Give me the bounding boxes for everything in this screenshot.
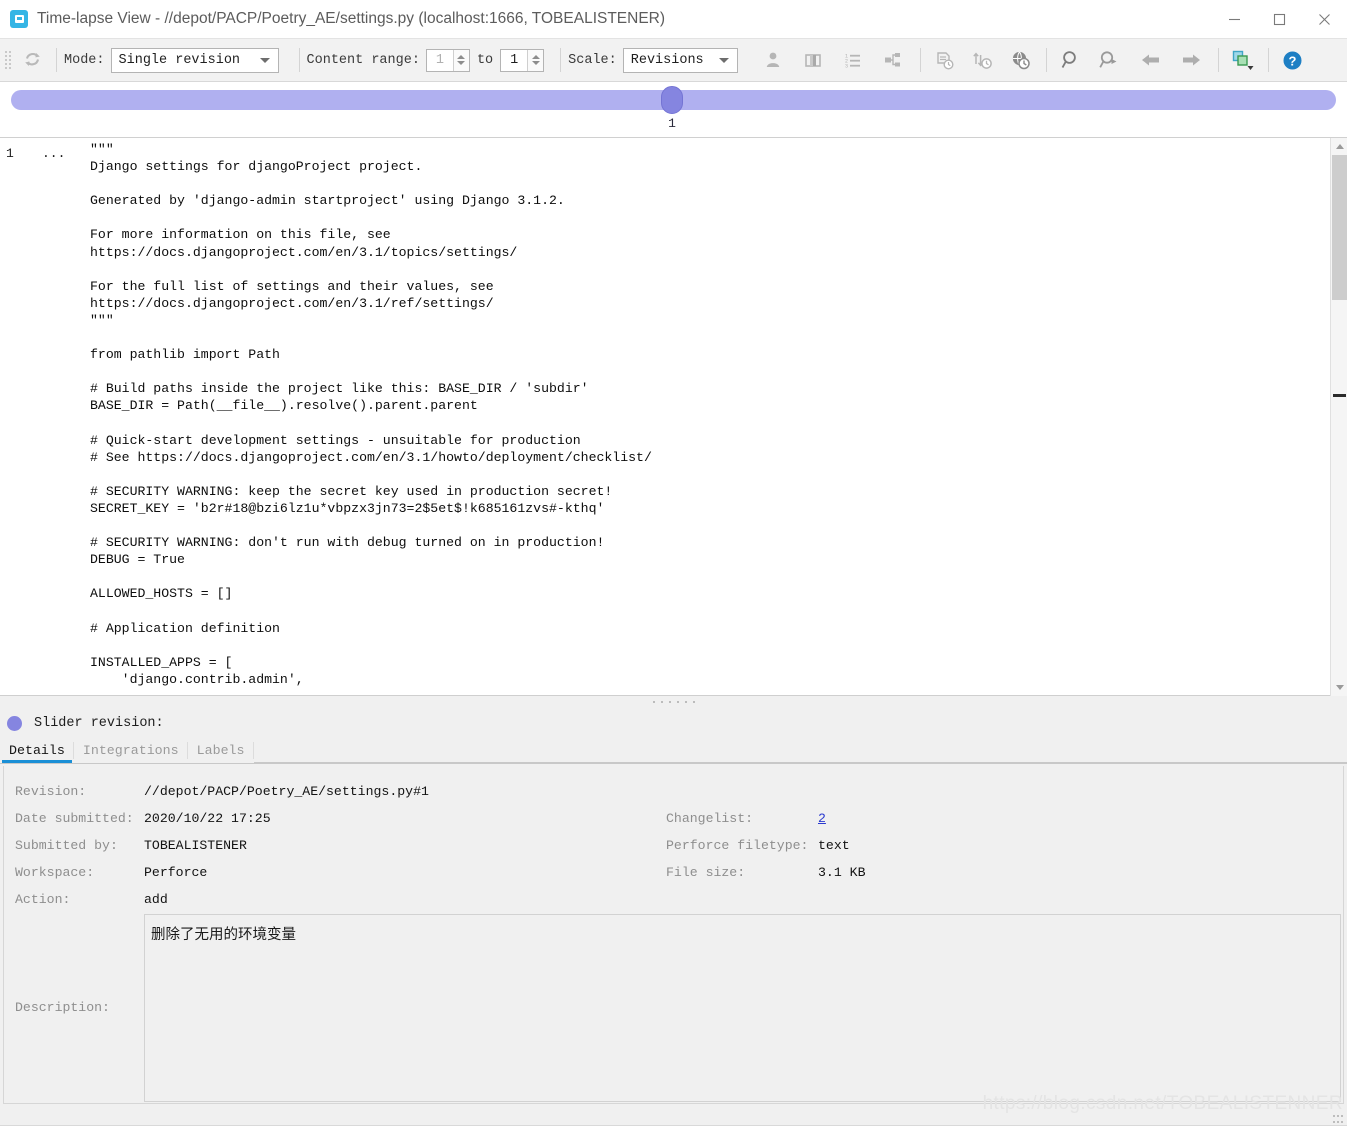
slider-revision-label: Slider revision: bbox=[34, 715, 164, 731]
changelist-field-label: Changelist: bbox=[666, 811, 754, 826]
globe-history-icon[interactable] bbox=[1004, 43, 1038, 77]
code-vertical-scrollbar[interactable] bbox=[1330, 138, 1347, 696]
columns-icon[interactable] bbox=[796, 43, 830, 77]
content-range-from-value: 1 bbox=[435, 52, 444, 68]
mode-select-value: Single revision bbox=[118, 52, 241, 68]
file-size-field-value: 3.1 KB bbox=[818, 865, 866, 880]
window-controls bbox=[1212, 0, 1347, 39]
minimize-button[interactable] bbox=[1212, 0, 1257, 39]
watermark-text: https://blog.csdn.net/TOBEALISTENNER bbox=[982, 1093, 1343, 1114]
revision-dot-icon bbox=[7, 715, 22, 731]
details-panel: Revision: //depot/PACP/Poetry_AE/setting… bbox=[0, 763, 1347, 1126]
details-tabs: Details Integrations Labels bbox=[0, 738, 1347, 763]
content-range-from-stepper[interactable]: 1 bbox=[425, 48, 470, 72]
changelist-field-value[interactable]: 2 bbox=[818, 811, 826, 826]
code-content: """ Django settings for djangoProject pr… bbox=[90, 142, 652, 687]
window-title: Time-lapse View - //depot/PACP/Poetry_AE… bbox=[37, 10, 666, 27]
date-submitted-field-label: Date submitted: bbox=[15, 811, 134, 826]
copy-layers-icon[interactable] bbox=[1226, 43, 1260, 77]
tabs-filler bbox=[253, 738, 1347, 763]
slider-revision-header: Slider revision: bbox=[0, 708, 1347, 738]
back-arrow-icon[interactable] bbox=[1134, 43, 1168, 77]
refresh-icon[interactable] bbox=[15, 43, 49, 77]
maximize-button[interactable] bbox=[1257, 0, 1302, 39]
find-icon[interactable] bbox=[1054, 43, 1088, 77]
toolbar: Mode: Single revision Content range: 1 t… bbox=[0, 39, 1347, 82]
panel-splitter[interactable] bbox=[0, 696, 1347, 708]
revision-field-label: Revision: bbox=[15, 784, 87, 799]
mode-label: Mode: bbox=[64, 52, 105, 68]
line-number: 1 bbox=[6, 146, 14, 161]
tab-labels[interactable]: Labels bbox=[188, 738, 254, 763]
toolbar-separator bbox=[298, 48, 300, 72]
stepper-arrows-icon[interactable] bbox=[452, 49, 469, 71]
toolbar-separator bbox=[1267, 48, 1269, 72]
splitter-grip-icon bbox=[650, 701, 698, 703]
workspace-field-label: Workspace: bbox=[15, 865, 95, 880]
chevron-down-icon bbox=[259, 58, 270, 63]
fold-marker[interactable]: ... bbox=[42, 146, 65, 161]
forward-arrow-icon[interactable] bbox=[1174, 43, 1208, 77]
revision-graph-icon[interactable] bbox=[966, 43, 1000, 77]
mode-select[interactable]: Single revision bbox=[110, 47, 279, 73]
stepper-arrows-icon[interactable] bbox=[527, 49, 544, 71]
scale-label: Scale: bbox=[568, 52, 617, 68]
branch-icon[interactable] bbox=[876, 43, 910, 77]
revision-slider-bar: 1 bbox=[0, 82, 1347, 138]
revision-field-value: //depot/PACP/Poetry_AE/settings.py#1 bbox=[144, 784, 429, 799]
content-range-to-stepper[interactable]: 1 bbox=[500, 48, 545, 72]
submitted-by-field-value: TOBEALISTENER bbox=[144, 838, 247, 853]
revision-slider-value: 1 bbox=[668, 116, 676, 131]
tab-integrations[interactable]: Integrations bbox=[74, 738, 188, 763]
tab-labels-label: Labels bbox=[196, 743, 245, 758]
toolbar-separator bbox=[919, 48, 921, 72]
submitted-by-field-label: Submitted by: bbox=[15, 838, 118, 853]
filetype-field-value: text bbox=[818, 838, 850, 853]
toolbar-separator bbox=[560, 48, 562, 72]
scale-select[interactable]: Revisions bbox=[622, 47, 738, 73]
scrollbar-marker bbox=[1333, 394, 1346, 397]
close-button[interactable] bbox=[1302, 0, 1347, 39]
resize-grip-icon[interactable] bbox=[1332, 1112, 1344, 1124]
tab-details[interactable]: Details bbox=[0, 738, 74, 763]
scroll-down-icon[interactable] bbox=[1331, 679, 1347, 696]
app-icon bbox=[10, 10, 28, 28]
content-range-label: Content range: bbox=[306, 52, 420, 68]
action-field-value: add bbox=[144, 892, 168, 907]
code-view[interactable]: 1 ... """ Django settings for djangoProj… bbox=[0, 138, 1347, 696]
title-bar: Time-lapse View - //depot/PACP/Poetry_AE… bbox=[0, 0, 1347, 39]
toolbar-separator bbox=[1217, 48, 1219, 72]
tab-integrations-label: Integrations bbox=[82, 743, 179, 758]
find-next-icon[interactable] bbox=[1092, 43, 1126, 77]
toolbar-separator bbox=[1045, 48, 1047, 72]
workspace-field-value: Perforce bbox=[144, 865, 208, 880]
content-range-to-label: to bbox=[476, 52, 494, 68]
description-field-label: Description: bbox=[15, 1000, 110, 1015]
svg-text:?: ? bbox=[1289, 53, 1297, 68]
revision-slider-handle[interactable] bbox=[661, 86, 683, 114]
action-field-label: Action: bbox=[15, 892, 71, 907]
filetype-field-label: Perforce filetype: bbox=[666, 838, 809, 853]
content-range-to-value: 1 bbox=[510, 52, 519, 68]
scroll-up-icon[interactable] bbox=[1331, 138, 1347, 155]
toolbar-separator bbox=[56, 48, 57, 72]
date-submitted-field-value: 2020/10/22 17:25 bbox=[144, 811, 271, 826]
file-size-field-label: File size: bbox=[666, 865, 746, 880]
tab-details-label: Details bbox=[9, 743, 65, 758]
file-history-icon[interactable] bbox=[928, 43, 962, 77]
scale-select-value: Revisions bbox=[630, 52, 704, 68]
description-textarea[interactable]: 删除了无用的环境变量 bbox=[144, 914, 1341, 1102]
numbered-list-icon[interactable]: 1 2 3 bbox=[836, 43, 870, 77]
details-panel-body: Revision: //depot/PACP/Poetry_AE/setting… bbox=[3, 766, 1344, 1104]
help-icon[interactable]: ? bbox=[1276, 43, 1310, 77]
toolbar-grip[interactable] bbox=[4, 48, 13, 72]
svg-text:3: 3 bbox=[845, 64, 848, 70]
scrollbar-thumb[interactable] bbox=[1332, 155, 1347, 300]
chevron-down-icon bbox=[718, 58, 729, 63]
user-icon[interactable] bbox=[756, 43, 790, 77]
